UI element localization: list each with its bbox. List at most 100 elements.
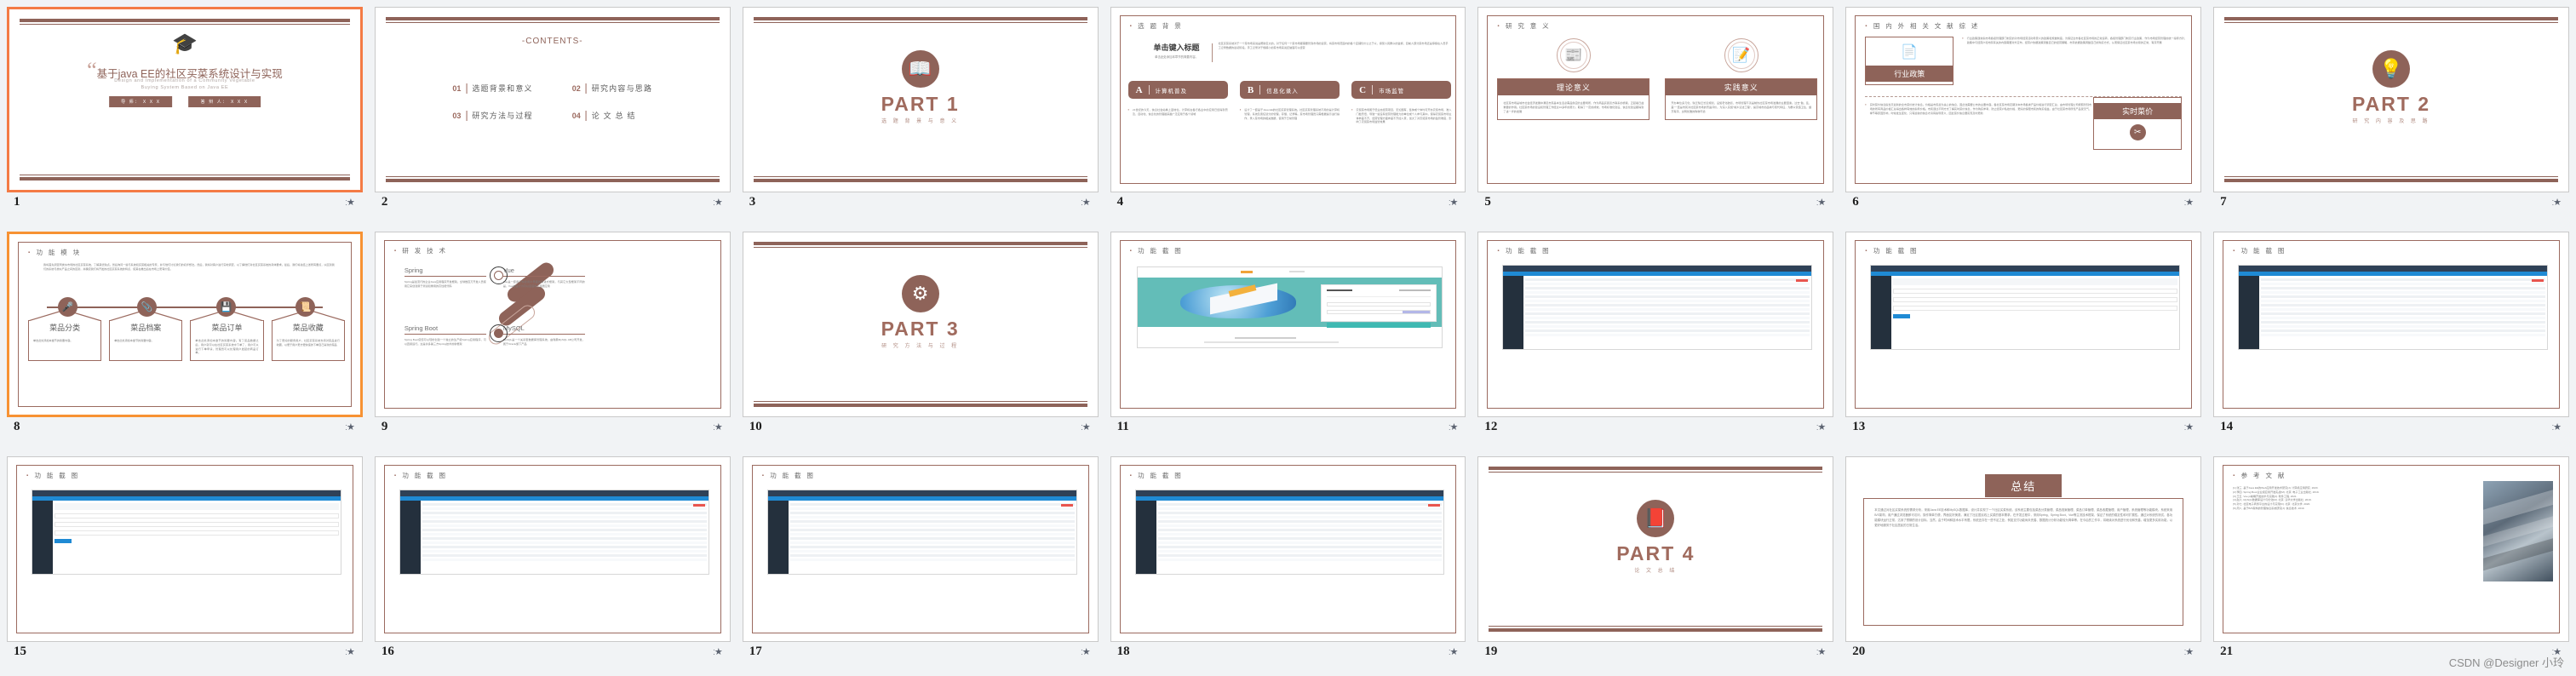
- pill-B[interactable]: B信息化录入: [1240, 81, 1340, 99]
- slide-canvas[interactable]: 🎓“基于java EE的社区买菜系统设计与实现Design and Implem…: [7, 7, 363, 192]
- toc-item-02[interactable]: 02研究内容与思路: [572, 83, 652, 94]
- slide-thumbnail-14[interactable]: 功 能 截 图: [2213, 232, 2569, 417]
- pill-letter: C: [1359, 85, 1366, 95]
- slide-cell-15[interactable]: 功 能 截 图15⁚★: [2, 451, 370, 676]
- top-rule-thin: [20, 24, 350, 25]
- slide-cell-5[interactable]: 研 究 意 义📰理论意义社区菜市场是城市社会经济发展中满足市民基本生活必需品供应…: [1472, 2, 1840, 226]
- slide-cell-8[interactable]: 功 能 模 块我将首先调查同类似市场的社区买菜系统，了解其优缺点。然后询问一些与…: [2, 226, 370, 451]
- slide-cell-12[interactable]: 功 能 截 图12⁚★: [1472, 226, 1840, 451]
- slide-canvas[interactable]: 研 究 意 义📰理论意义社区菜市场是城市社会经济发展中满足市民基本生活必需品供应…: [1477, 7, 1833, 192]
- slide-thumbnail-17[interactable]: 功 能 截 图: [743, 456, 1099, 642]
- slide-number: 18: [1117, 644, 1130, 659]
- slide-heading: 功 能 截 图: [1130, 246, 1184, 255]
- slide-canvas[interactable]: 研 发 技 术SpringSpring是最流行的企业Java应用程序开发框架。全…: [375, 232, 731, 417]
- slide-canvas[interactable]: 功 能 截 图: [7, 456, 363, 642]
- slide-thumbnail-7[interactable]: 💡PART 2研 究 内 容 及 思 路: [2213, 7, 2569, 192]
- slide-thumbnail-2[interactable]: -CONTENTS-01选题背景和意义02研究内容与思路03研究方法与过程04论…: [375, 7, 731, 192]
- slide-thumbnail-8[interactable]: 功 能 模 块我将首先调查同类似市场的社区买菜系统，了解其优缺点。然后询问一些与…: [7, 232, 363, 417]
- tech-body: Spring Boot使您可以轻松创建一个独立的生产级Spring应用程序，可以…: [404, 338, 486, 347]
- animation-star-icon[interactable]: ⁚★: [1816, 646, 1825, 657]
- slide-cell-17[interactable]: 功 能 截 图17⁚★: [737, 451, 1105, 676]
- slide-thumbnail-16[interactable]: 功 能 截 图: [375, 456, 731, 642]
- slide-thumbnail-4[interactable]: 选 题 背 景单击键入标题单击此处添加本章节的简要内容。社区买菜系统对于一个菜市…: [1110, 7, 1466, 192]
- slide-canvas[interactable]: 功 能 截 图: [375, 456, 731, 642]
- toc-item-04[interactable]: 04论 文 总 结: [572, 110, 652, 121]
- animation-star-icon[interactable]: ⁚★: [2184, 421, 2193, 433]
- animation-star-icon[interactable]: ⁚★: [1081, 421, 1089, 433]
- animation-star-icon[interactable]: ⁚★: [1449, 421, 1457, 433]
- animation-star-icon[interactable]: ⁚★: [2184, 197, 2193, 208]
- slide-cell-16[interactable]: 功 能 截 图16⁚★: [370, 451, 737, 676]
- slide-thumbnail-20[interactable]: 总结本文通过对社区买菜系统的需求分析，采用Java EE技术和MySQL数据库，…: [1845, 456, 2201, 642]
- slide-sorter-grid[interactable]: 🎓“基于java EE的社区买菜系统设计与实现Design and Implem…: [0, 0, 2576, 675]
- slide-thumbnail-21[interactable]: 参 考 文 献[1] 张三. 基于Java EE的Web应用开发技术研究[J].…: [2213, 456, 2569, 642]
- slide-canvas[interactable]: 功 能 模 块我将首先调查同类似市场的社区买菜系统，了解其优缺点。然后询问一些与…: [7, 232, 363, 417]
- slide-thumbnail-9[interactable]: 研 发 技 术SpringSpring是最流行的企业Java应用程序开发框架。全…: [375, 232, 731, 417]
- slide-thumbnail-1[interactable]: 🎓“基于java EE的社区买菜系统设计与实现Design and Implem…: [7, 7, 363, 192]
- slide-cell-21[interactable]: 参 考 文 献[1] 张三. 基于Java EE的Web应用开发技术研究[J].…: [2208, 451, 2576, 676]
- animation-star-icon[interactable]: ⁚★: [2184, 646, 2193, 657]
- animation-star-icon[interactable]: ⁚★: [2552, 421, 2561, 433]
- slide-canvas[interactable]: 📖PART 1选 题 背 景 与 意 义: [743, 7, 1099, 192]
- slide-canvas[interactable]: 📕PART 4论 文 总 结: [1477, 456, 1833, 642]
- slide-thumbnail-10[interactable]: ⚙PART 3研 究 方 法 与 过 程: [743, 232, 1099, 417]
- toc-item-03[interactable]: 03研究方法与过程: [452, 110, 532, 121]
- slide-cell-11[interactable]: 功 能 截 图11⁚★: [1105, 226, 1473, 451]
- slide-canvas[interactable]: 功 能 截 图: [1477, 232, 1833, 417]
- animation-star-icon[interactable]: ⁚★: [2552, 197, 2561, 208]
- slide-canvas[interactable]: 选 题 背 景单击键入标题单击此处添加本章节的简要内容。社区买菜系统对于一个菜市…: [1110, 7, 1466, 192]
- slide-thumbnail-6[interactable]: 国 内 外 相 关 文 献 综 述📄行业政策▪行业政策通常指市场各级管理部门制定…: [1845, 7, 2201, 192]
- animation-star-icon[interactable]: ⁚★: [1449, 197, 1457, 208]
- slide-canvas[interactable]: 功 能 截 图: [743, 456, 1099, 642]
- slide-thumbnail-19[interactable]: 📕PART 4论 文 总 结: [1477, 456, 1833, 642]
- animation-star-icon[interactable]: ⁚★: [1081, 197, 1089, 208]
- animation-star-icon[interactable]: ⁚★: [1816, 421, 1825, 433]
- pill-A[interactable]: A计算机普及: [1128, 81, 1228, 99]
- slide-thumbnail-12[interactable]: 功 能 截 图: [1477, 232, 1833, 417]
- slide-thumbnail-18[interactable]: 功 能 截 图: [1110, 456, 1466, 642]
- slide-thumbnail-11[interactable]: 功 能 截 图: [1110, 232, 1466, 417]
- animation-star-icon[interactable]: ⁚★: [345, 646, 353, 657]
- animation-star-icon[interactable]: ⁚★: [345, 421, 353, 433]
- toc-item-01[interactable]: 01选题背景和意义: [452, 83, 532, 94]
- slide-cell-19[interactable]: 📕PART 4论 文 总 结19⁚★: [1472, 451, 1840, 676]
- slide-canvas[interactable]: 功 能 截 图: [1110, 232, 1466, 417]
- slide-canvas[interactable]: 功 能 截 图: [2213, 232, 2569, 417]
- slide-thumbnail-13[interactable]: 功 能 截 图: [1845, 232, 2201, 417]
- slide-canvas[interactable]: 功 能 截 图: [1110, 456, 1466, 642]
- slide-cell-20[interactable]: 总结本文通过对社区买菜系统的需求分析，采用Java EE技术和MySQL数据库，…: [1840, 451, 2208, 676]
- slide-meta: 20⁚★: [1845, 642, 2201, 661]
- slide-cell-10[interactable]: ⚙PART 3研 究 方 法 与 过 程10⁚★: [737, 226, 1105, 451]
- callout-label: 实时菜价: [2094, 103, 2181, 119]
- slide-thumbnail-3[interactable]: 📖PART 1选 题 背 景 与 意 义: [743, 7, 1099, 192]
- slide-thumbnail-15[interactable]: 功 能 截 图: [7, 456, 363, 642]
- module-title: 菜品订单: [191, 322, 262, 333]
- slide-cell-7[interactable]: 💡PART 2研 究 内 容 及 思 路7⁚★: [2208, 2, 2576, 226]
- animation-star-icon[interactable]: ⁚★: [713, 197, 721, 208]
- animation-star-icon[interactable]: ⁚★: [345, 197, 353, 208]
- animation-star-icon[interactable]: ⁚★: [1449, 646, 1457, 657]
- slide-cell-2[interactable]: -CONTENTS-01选题背景和意义02研究内容与思路03研究方法与过程04论…: [370, 2, 737, 226]
- slide-canvas[interactable]: 💡PART 2研 究 内 容 及 思 路: [2213, 7, 2569, 192]
- pill-C[interactable]: C市场监管: [1351, 81, 1451, 99]
- slide-canvas[interactable]: 功 能 截 图: [1845, 232, 2201, 417]
- slide-cell-18[interactable]: 功 能 截 图 18 ⁚★: [1105, 451, 1473, 676]
- slide-canvas[interactable]: 参 考 文 献[1] 张三. 基于Java EE的Web应用开发技术研究[J].…: [2213, 456, 2569, 642]
- slide-cell-3[interactable]: 📖PART 1选 题 背 景 与 意 义3⁚★: [737, 2, 1105, 226]
- slide-cell-1[interactable]: 🎓“基于java EE的社区买菜系统设计与实现Design and Implem…: [2, 2, 370, 226]
- slide-canvas[interactable]: 总结本文通过对社区买菜系统的需求分析，采用Java EE技术和MySQL数据库，…: [1845, 456, 2201, 642]
- animation-star-icon[interactable]: ⁚★: [1816, 197, 1825, 208]
- slide-thumbnail-5[interactable]: 研 究 意 义📰理论意义社区菜市场是城市社会经济发展中满足市民基本生活必需品供应…: [1477, 7, 1833, 192]
- slide-canvas[interactable]: ⚙PART 3研 究 方 法 与 过 程: [743, 232, 1099, 417]
- slide-cell-6[interactable]: 国 内 外 相 关 文 献 综 述📄行业政策▪行业政策通常指市场各级管理部门制定…: [1840, 2, 2208, 226]
- animation-star-icon[interactable]: ⁚★: [1081, 646, 1089, 657]
- animation-star-icon[interactable]: ⁚★: [713, 646, 721, 657]
- card-body: 社区菜市场是城市社会经济发展中满足市民基本生活必需品供应的主要场所，作为商品买卖…: [1498, 95, 1649, 119]
- slide-canvas[interactable]: -CONTENTS-01选题背景和意义02研究内容与思路03研究方法与过程04论…: [375, 7, 731, 192]
- slide-cell-14[interactable]: 功 能 截 图14⁚★: [2208, 226, 2576, 451]
- slide-canvas[interactable]: 国 内 外 相 关 文 献 综 述📄行业政策▪行业政策通常指市场各级管理部门制定…: [1845, 7, 2201, 192]
- slide-cell-9[interactable]: 研 发 技 术SpringSpring是最流行的企业Java应用程序开发框架。全…: [370, 226, 737, 451]
- animation-star-icon[interactable]: ⁚★: [713, 421, 721, 433]
- slide-cell-13[interactable]: 功 能 截 图13⁚★: [1840, 226, 2208, 451]
- slide-cell-4[interactable]: 选 题 背 景单击键入标题单击此处添加本章节的简要内容。社区买菜系统对于一个菜市…: [1105, 2, 1473, 226]
